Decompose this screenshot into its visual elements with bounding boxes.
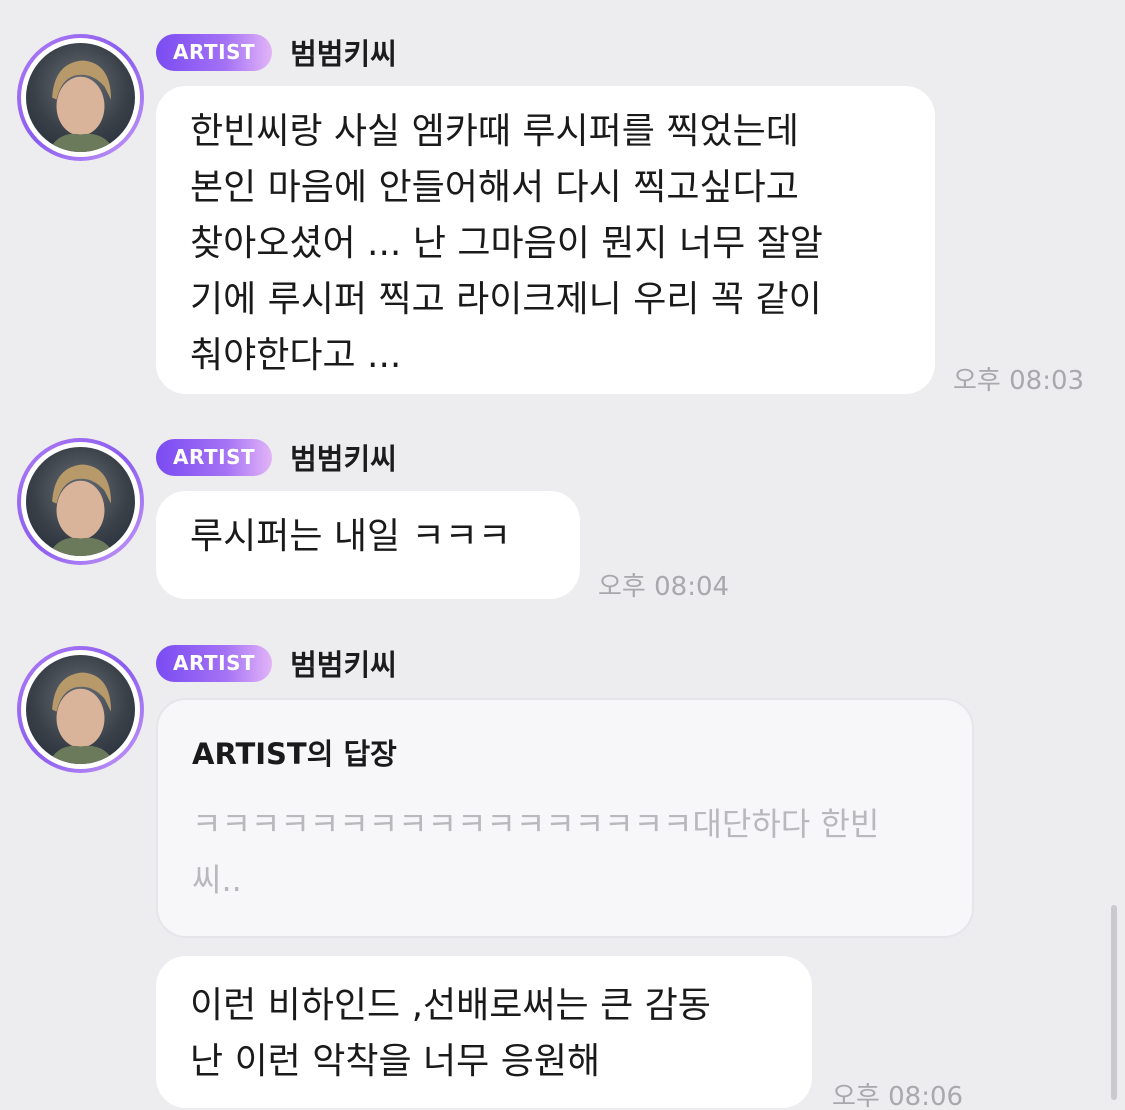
message-bubble[interactable]: 한빈씨랑 사실 엠카때 루시퍼를 찍었는데 본인 마음에 안들어해서 다시 찍고… bbox=[156, 86, 935, 394]
avatar[interactable] bbox=[17, 438, 144, 565]
message-timestamp: 오후 08:06 bbox=[832, 1082, 964, 1110]
avatar-photo bbox=[26, 43, 135, 152]
message-line: 춰야한다고 ... bbox=[190, 335, 402, 376]
avatar-photo bbox=[26, 447, 135, 556]
message-line: 본인 마음에 안들어해서 다시 찍고싶다고 bbox=[190, 167, 799, 208]
message-line: 기에 루시퍼 찍고 라이크제니 우리 꼭 같이 bbox=[190, 279, 822, 320]
sender-name: 범범키씨 bbox=[290, 37, 397, 71]
sender-name: 범범키씨 bbox=[290, 442, 397, 476]
reply-title: ARTIST의 답장 bbox=[192, 737, 397, 771]
sender-row: ARTIST 범범키씨 bbox=[156, 643, 397, 683]
reply-line: ㅋㅋㅋㅋㅋㅋㅋㅋㅋㅋㅋㅋㅋㅋㅋㅋㅋ대단하다 한빈 bbox=[192, 805, 880, 843]
sender-name: 범범키씨 bbox=[290, 648, 397, 682]
message-line: 한빈씨랑 사실 엠카때 루시퍼를 찍었는데 bbox=[190, 111, 799, 152]
artist-badge: ARTIST bbox=[156, 438, 273, 476]
reply-text: ㅋㅋㅋㅋㅋㅋㅋㅋㅋㅋㅋㅋㅋㅋㅋㅋㅋ대단하다 한빈 씨.. bbox=[192, 796, 938, 908]
avatar[interactable] bbox=[17, 646, 144, 773]
message-timestamp: 오후 08:04 bbox=[598, 572, 730, 602]
artist-badge: ARTIST bbox=[156, 644, 273, 682]
message-line: 이런 비하인드 ,선배로써는 큰 감동 bbox=[190, 985, 711, 1026]
message-bubble[interactable]: 이런 비하인드 ,선배로써는 큰 감동 난 이런 악착을 너무 응원해 bbox=[156, 956, 812, 1108]
avatar-photo bbox=[26, 655, 135, 764]
sender-row: ARTIST 범범키씨 bbox=[156, 437, 397, 477]
message-timestamp: 오후 08:03 bbox=[953, 366, 1085, 396]
artist-badge: ARTIST bbox=[156, 33, 273, 71]
sender-row: ARTIST 범범키씨 bbox=[156, 32, 397, 72]
scrollbar[interactable] bbox=[1111, 905, 1117, 1100]
message-line: 난 이런 악착을 너무 응원해 bbox=[190, 1041, 601, 1082]
message-bubble[interactable]: 루시퍼는 내일 ㅋㅋㅋ bbox=[156, 491, 580, 599]
avatar[interactable] bbox=[17, 34, 144, 161]
chat-view: ARTIST 범범키씨 한빈씨랑 사실 엠카때 루시퍼를 찍었는데 본인 마음에… bbox=[0, 0, 1125, 1110]
reply-line: 씨.. bbox=[192, 861, 242, 899]
reply-quote-card[interactable]: ARTIST의 답장 ㅋㅋㅋㅋㅋㅋㅋㅋㅋㅋㅋㅋㅋㅋㅋㅋㅋ대단하다 한빈 씨.. bbox=[156, 698, 974, 938]
message-line: 루시퍼는 내일 ㅋㅋㅋ bbox=[190, 516, 511, 557]
message-line: 찾아오셨어 ... 난 그마음이 뭔지 너무 잘알 bbox=[190, 223, 823, 264]
